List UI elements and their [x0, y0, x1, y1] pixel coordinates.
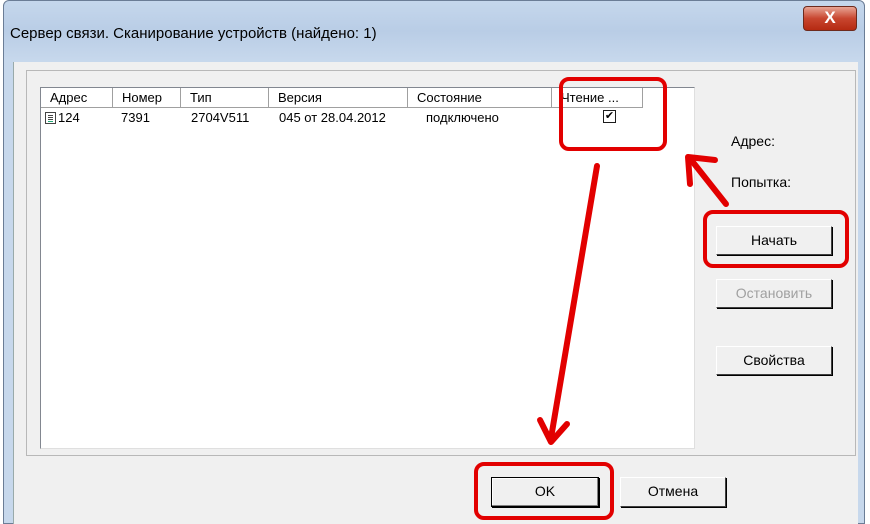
column-version[interactable]: Версия: [269, 88, 408, 108]
list-header: Адрес Номер Тип Версия Состояние Чтение …: [41, 88, 694, 108]
properties-button[interactable]: Свойства: [716, 346, 832, 375]
column-address[interactable]: Адрес: [41, 88, 113, 108]
address-label: Адрес:: [731, 133, 775, 149]
table-row[interactable]: 124 7391 2704V511 045 от 28.04.2012 подк…: [41, 109, 694, 127]
reading-checkbox[interactable]: ✔: [603, 110, 616, 123]
column-status[interactable]: Состояние: [408, 88, 552, 108]
ok-button[interactable]: OK: [491, 477, 599, 507]
cell-number: 7391: [121, 110, 150, 125]
device-table-icon: [45, 112, 56, 124]
stop-button[interactable]: Остановить: [716, 279, 832, 308]
window-title: Сервер связи. Сканирование устройств (на…: [10, 25, 377, 42]
cell-status: подключено: [426, 110, 499, 125]
column-number[interactable]: Номер: [113, 88, 181, 108]
cancel-button[interactable]: Отмена: [620, 477, 726, 507]
start-button[interactable]: Начать: [716, 226, 832, 255]
cell-address: 124: [58, 110, 80, 125]
device-list[interactable]: Адрес Номер Тип Версия Состояние Чтение …: [40, 87, 695, 449]
column-type[interactable]: Тип: [181, 88, 269, 108]
column-reading[interactable]: Чтение ...: [552, 88, 643, 108]
attempt-label: Попытка:: [731, 174, 792, 190]
cell-version: 045 от 28.04.2012: [279, 110, 386, 125]
checkmark-icon: ✔: [604, 110, 615, 122]
title-bar[interactable]: Сервер связи. Сканирование устройств (на…: [4, 1, 864, 63]
close-button[interactable]: X: [803, 6, 857, 31]
cell-type: 2704V511: [191, 110, 250, 125]
